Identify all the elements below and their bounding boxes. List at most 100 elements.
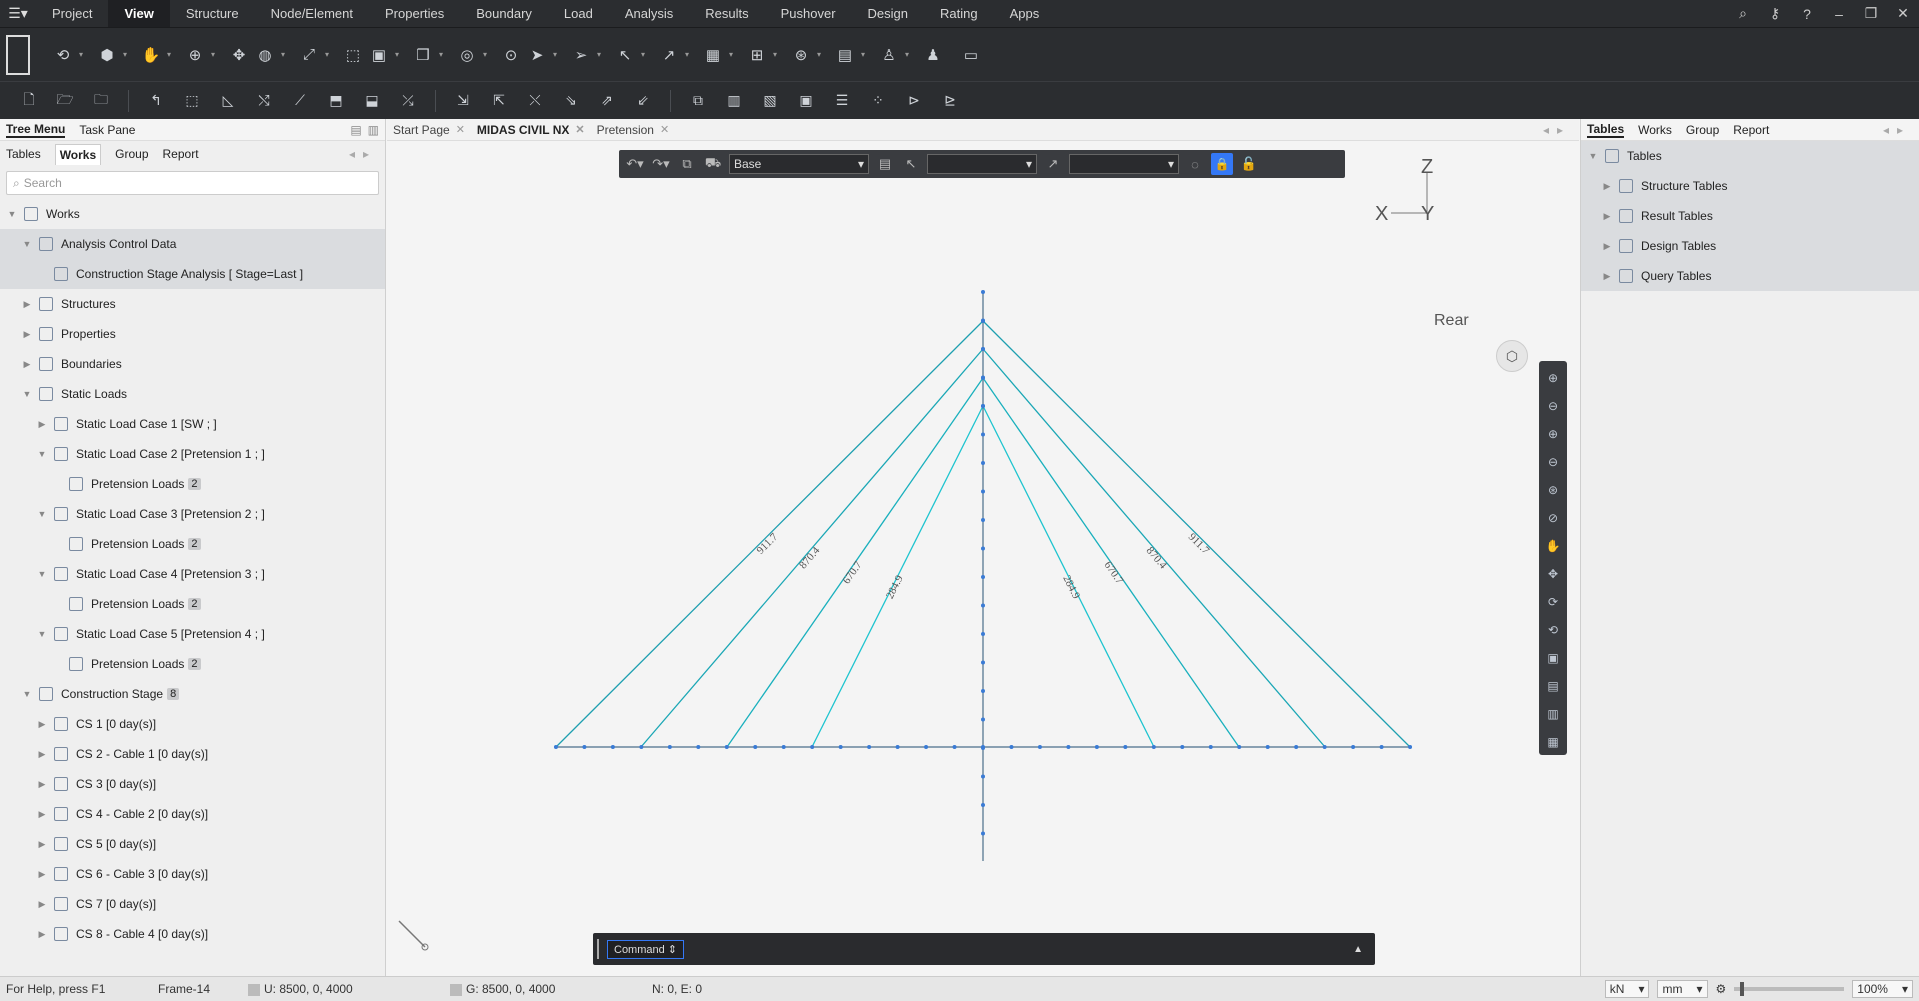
select-node-icon[interactable]: ↰	[145, 90, 167, 112]
tree-item[interactable]: ▼ Static Load Case 3 [Pretension 2 ; ]	[0, 499, 385, 529]
undo-icon[interactable]: ↶▾	[625, 156, 645, 172]
unselect-line-icon[interactable]: ⇘	[560, 90, 582, 112]
unselect-window-icon[interactable]: ⇱	[488, 90, 510, 112]
tab-scroll-icons[interactable]: ◂▸	[1543, 123, 1571, 137]
chevron-right-icon[interactable]: ▶	[1601, 181, 1613, 192]
select-window-icon[interactable]: ➢	[570, 44, 592, 66]
close-icon[interactable]: ✕	[660, 123, 669, 136]
menu-view[interactable]: View	[108, 0, 170, 27]
front-view-icon[interactable]: ▣	[1544, 647, 1562, 669]
view-cube-icon[interactable]: ⬡	[1496, 340, 1528, 372]
chevron-right-icon[interactable]: ▸	[1897, 123, 1911, 137]
key-icon[interactable]: ⚷	[1759, 5, 1791, 22]
table-group-item[interactable]: ▶ Design Tables	[1581, 231, 1919, 261]
tree-item[interactable]: ▶ CS 7 [0 day(s)]	[0, 889, 385, 919]
chat-icon[interactable]: ◌	[1185, 157, 1205, 172]
chevron-right-icon[interactable]: ▶	[36, 929, 48, 940]
tab-group[interactable]: Group	[1686, 123, 1719, 137]
chevron-down-icon[interactable]: ▾	[208, 50, 218, 59]
pan-icon[interactable]: ✋	[140, 44, 162, 66]
hide-icon[interactable]: ◎	[456, 44, 478, 66]
menu-project[interactable]: Project	[36, 0, 108, 27]
open-file-icon[interactable]: 🗁	[54, 90, 76, 112]
chevron-down-icon[interactable]: ▾	[594, 50, 604, 59]
close-icon[interactable]: ✕	[575, 123, 584, 136]
rotate-icon[interactable]: ⟳	[1544, 591, 1562, 613]
tab-tree-menu[interactable]: Tree Menu	[6, 122, 66, 138]
table-icon[interactable]: ▥	[723, 90, 745, 112]
select-filter-icon[interactable]: ↗	[1043, 156, 1063, 172]
chevron-right-icon[interactable]: ▶	[1601, 241, 1613, 252]
zoom-all-icon[interactable]: ⊛	[1544, 479, 1562, 501]
boundary-select[interactable]: ▾	[1069, 154, 1179, 174]
tree-item[interactable]: ▶ Properties	[0, 319, 385, 349]
minimize-icon[interactable]: –	[1823, 6, 1855, 22]
point-grid-icon[interactable]: ⁘	[867, 90, 889, 112]
main-menu-icon[interactable]: ☰▾	[0, 0, 36, 27]
iso-view-icon[interactable]: ⬢	[96, 44, 118, 66]
menu-apps[interactable]: Apps	[994, 0, 1056, 27]
tree-item[interactable]: ▶ CS 5 [0 day(s)]	[0, 829, 385, 859]
length-unit-select[interactable]: mm ▾	[1657, 980, 1708, 998]
group-select[interactable]: ▾	[927, 154, 1037, 174]
chevron-down-icon[interactable]: ▾	[770, 50, 780, 59]
document-tab[interactable]: Pretension ✕	[591, 119, 676, 141]
float-icon[interactable]: ▥	[368, 123, 379, 137]
zoom-fit-icon[interactable]: ⊕	[1544, 367, 1562, 389]
chevron-right-icon[interactable]: ▶	[21, 329, 33, 340]
model-canvas[interactable]: 911.7 911.7870.4 870.4670.7 670.7284.9 284.9	[387, 141, 1579, 976]
table-group-item[interactable]: ▶ Structure Tables	[1581, 171, 1919, 201]
tree-item[interactable]: ▼ Works	[0, 199, 385, 229]
chevron-down-icon[interactable]: ▼	[36, 509, 48, 519]
tree-item[interactable]: ▼ Static Load Case 5 [Pretension 4 ; ]	[0, 619, 385, 649]
unselect-plane-icon[interactable]: ⇗	[596, 90, 618, 112]
chevron-right-icon[interactable]: ▶	[21, 359, 33, 370]
zoom-select[interactable]: 100% ▾	[1852, 980, 1913, 998]
chevron-down-icon[interactable]: ▾	[278, 50, 288, 59]
pan-icon[interactable]: ✋	[1544, 535, 1562, 557]
chevron-left-icon[interactable]: ◂	[349, 147, 363, 161]
tree-search-input[interactable]: ⌕ Search	[6, 171, 379, 195]
chevron-down-icon[interactable]: ▾	[682, 50, 692, 59]
chevron-down-icon[interactable]: ▾	[120, 50, 130, 59]
chevron-right-icon[interactable]: ▶	[36, 899, 48, 910]
unselect-poly-icon[interactable]: ⤬	[524, 90, 546, 112]
tree-item[interactable]: ▶ CS 2 - Cable 1 [0 day(s)]	[0, 739, 385, 769]
tree-item[interactable]: Pretension Loads 2	[0, 649, 385, 679]
chevron-right-icon[interactable]: ▶	[36, 809, 48, 820]
select-all-icon[interactable]: ⬓	[361, 90, 383, 112]
tree-item[interactable]: ▶ CS 4 - Cable 2 [0 day(s)]	[0, 799, 385, 829]
subtab-tables[interactable]: Tables	[6, 147, 41, 161]
tables-root[interactable]: ▼ Tables	[1581, 141, 1919, 171]
select-line-icon[interactable]: ↖	[614, 44, 636, 66]
tree-item[interactable]: ▶ CS 8 - Cable 4 [0 day(s)]	[0, 919, 385, 949]
user-icon[interactable]: ♙	[878, 44, 900, 66]
zoom-in-icon[interactable]: ⊕	[1544, 423, 1562, 445]
tab-tables[interactable]: Tables	[1587, 122, 1625, 138]
chevron-down-icon[interactable]: ▼	[21, 239, 33, 249]
layout-icon[interactable]: ⊞	[746, 44, 768, 66]
monitor-icon[interactable]: ▣	[795, 90, 817, 112]
redo-icon[interactable]: ↷▾	[651, 156, 671, 172]
select-polygon-icon[interactable]: ◺	[217, 90, 239, 112]
new-file-icon[interactable]: 🗋	[18, 90, 40, 112]
select-poly-icon[interactable]: ↗	[658, 44, 680, 66]
chevron-right-icon[interactable]: ▶	[36, 719, 48, 730]
select-window-icon[interactable]: ⬚	[181, 90, 203, 112]
chevron-down-icon[interactable]: ▾	[480, 50, 490, 59]
tree-item[interactable]: ▶ Static Load Case 1 [SW ; ]	[0, 409, 385, 439]
zoom-icon[interactable]: ⊕	[184, 44, 206, 66]
chevron-right-icon[interactable]: ▶	[36, 839, 48, 850]
menu-results[interactable]: Results	[689, 0, 764, 27]
document-tab[interactable]: Start Page ✕	[387, 119, 471, 141]
chevron-down-icon[interactable]: ▼	[1587, 151, 1599, 161]
orbit-icon[interactable]: ✥	[228, 44, 250, 66]
zoom-out-icon[interactable]: ⊖	[1544, 451, 1562, 473]
command-grip[interactable]	[597, 939, 601, 959]
select-volume-icon[interactable]: ⬒	[325, 90, 347, 112]
zoom-window-icon[interactable]: ⊖	[1544, 395, 1562, 417]
monitor-icon[interactable]: ▭	[960, 44, 982, 66]
chevron-down-icon[interactable]: ▾	[638, 50, 648, 59]
command-mode-select[interactable]: Command ⇕	[607, 939, 685, 959]
close-icon[interactable]: ✕	[456, 123, 465, 136]
